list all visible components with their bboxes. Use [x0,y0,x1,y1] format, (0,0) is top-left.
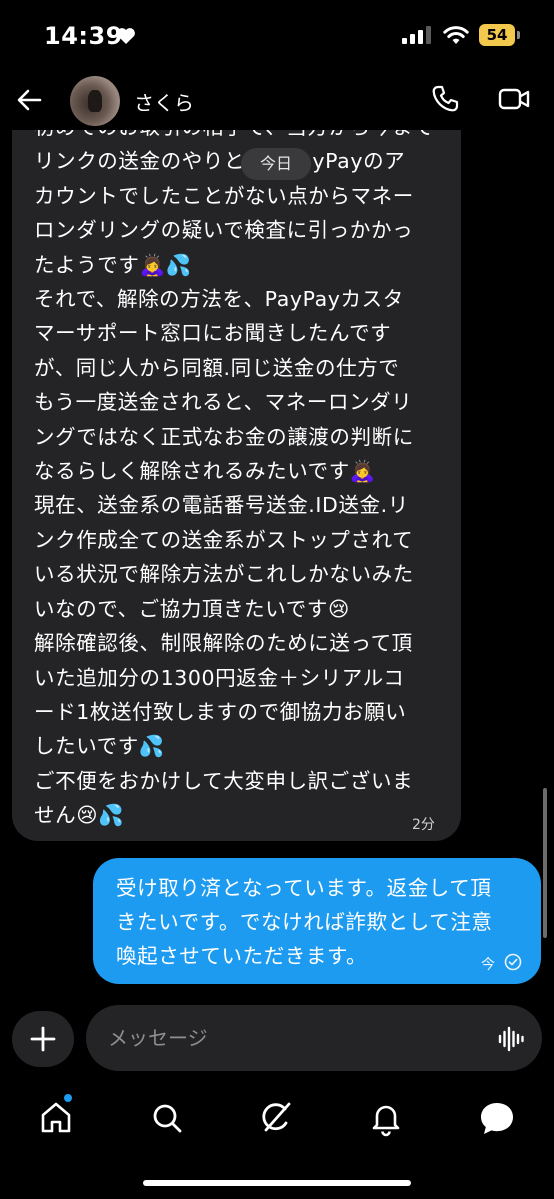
date-separator: 今日 [241,148,311,180]
grok-icon[interactable] [256,1098,296,1138]
message-composer[interactable] [86,1005,542,1071]
sent-message-text: 受け取り済となっています。返金して頂 きたいです。でなければ詐欺として注意 喚起… [116,876,493,968]
scrollbar[interactable] [543,788,547,938]
avatar[interactable] [70,76,120,126]
video-call-icon[interactable] [498,86,530,112]
voice-message-icon[interactable] [498,1026,524,1052]
plus-icon [30,1026,56,1052]
received-message-text: 初めてのお取引の相手で、当方から今まで リンクの送金のやりとり PayPayのア… [34,115,433,828]
messages-icon[interactable] [477,1098,517,1138]
battery-nub [517,31,520,39]
battery-indicator: 54 [479,24,515,46]
status-time: 14:39 [44,22,123,50]
home-icon[interactable] [36,1098,76,1138]
received-message-time: 2分 [412,817,435,833]
heart-icon [117,28,135,44]
signal-icon [402,26,431,44]
add-attachment-button[interactable] [12,1011,74,1067]
message-input[interactable] [108,1023,468,1053]
dm-conversation-screen: 14:39 54 初めてのお取引の相手で、当方から今まで リンクの送金のやりとり… [0,0,554,1199]
contact-name[interactable]: さくら [134,87,194,116]
read-receipt-icon [504,953,522,971]
search-icon[interactable] [147,1098,187,1138]
tab-bar [0,1090,554,1150]
chat-header: さくら [0,72,554,130]
home-notification-dot [64,1094,72,1102]
status-bar: 14:39 54 [0,0,554,72]
sent-message-time: 今 [481,957,495,973]
back-arrow-icon[interactable] [14,84,46,116]
home-indicator[interactable] [143,1180,411,1186]
wifi-icon [443,26,469,44]
phone-call-icon[interactable] [430,84,460,114]
notifications-icon[interactable] [366,1098,406,1138]
